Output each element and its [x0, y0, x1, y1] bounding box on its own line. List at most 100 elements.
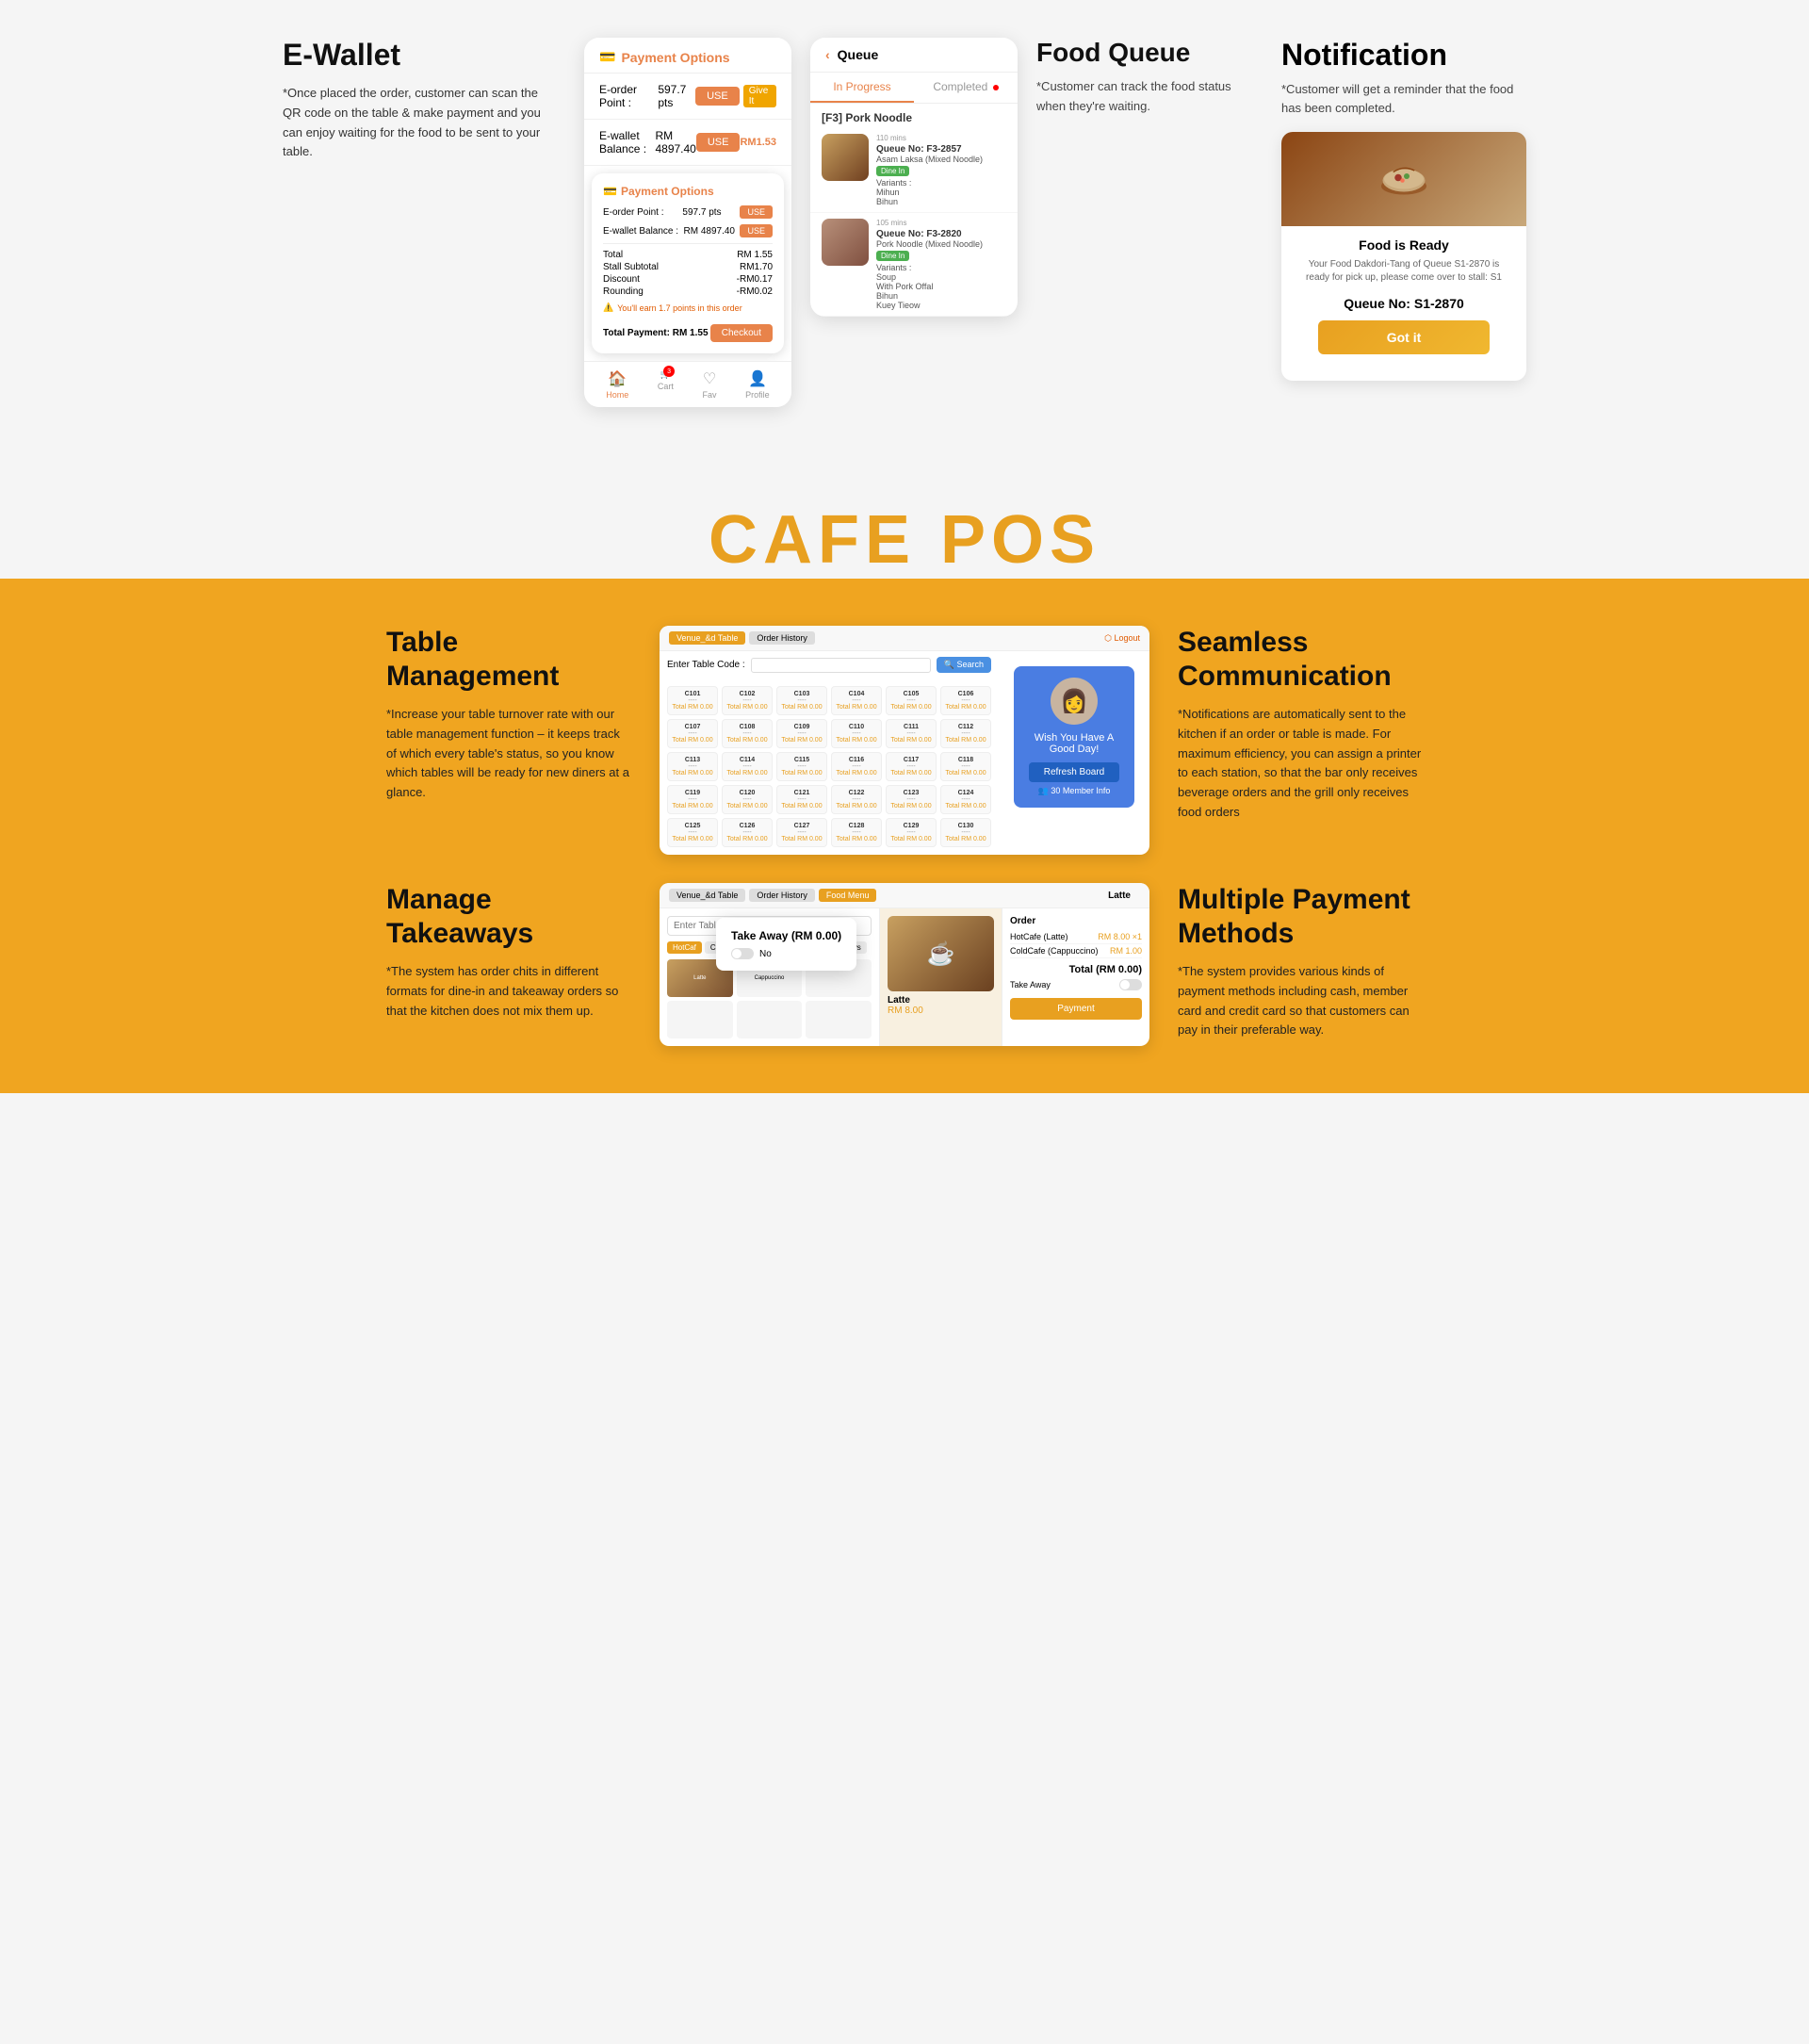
order-item-1: HotCafe (Latte) RM 8.00 ×1 — [1010, 930, 1142, 944]
item-name-1: Asam Laksa (Mixed Noodle) — [876, 155, 983, 164]
menu-items-grid: Latte Cappuccino — [667, 959, 872, 1038]
seamless-communication-description: *Notifications are automatically sent to… — [1178, 705, 1423, 823]
nav-profile[interactable]: 👤 Profile — [745, 369, 770, 400]
inner-use-btn[interactable]: USE — [740, 205, 773, 219]
table-cell[interactable]: C130----Total RM 0.00 — [940, 818, 991, 847]
menu-item-4[interactable] — [667, 1001, 733, 1038]
logout-label[interactable]: ⬡ Logout — [1104, 633, 1140, 644]
table-cell[interactable]: C127----Total RM 0.00 — [776, 818, 827, 847]
table-cell[interactable]: C104----Total RM 0.00 — [831, 686, 882, 715]
table-management-heading: TableManagement — [386, 626, 631, 694]
table-cell[interactable]: C108----Total RM 0.00 — [722, 719, 773, 748]
got-it-button[interactable]: Got it — [1318, 320, 1490, 354]
multiple-payment-description: *The system provides various kinds of pa… — [1178, 962, 1423, 1040]
inner-rounding-row: Rounding -RM0.02 — [603, 286, 773, 297]
queue-no-1: Queue No: F3-2857 — [876, 144, 983, 155]
table-cell[interactable]: C115----Total RM 0.00 — [776, 752, 827, 781]
table-cell[interactable]: C121----Total RM 0.00 — [776, 785, 827, 814]
rm-badge: RM1.53 — [740, 137, 776, 148]
table-management-description: *Increase your table turnover rate with … — [386, 705, 631, 803]
queue-phone-card: ‹ Queue In Progress Completed [F3] Pork … — [810, 38, 1018, 317]
tab-completed[interactable]: Completed — [914, 73, 1018, 103]
payment-title: 💳 Payment Options — [599, 49, 791, 65]
profile-icon: 👤 — [748, 369, 767, 388]
order-item-1-name: HotCafe (Latte) — [1010, 932, 1068, 941]
table-cell[interactable]: C119----Total RM 0.00 — [667, 785, 718, 814]
table-cell[interactable]: C110----Total RM 0.00 — [831, 719, 882, 748]
table-cell[interactable]: C129----Total RM 0.00 — [886, 818, 937, 847]
pos-tab-venue[interactable]: Venue_&d Table — [669, 631, 745, 645]
wallet-icon: 💳 — [599, 49, 615, 65]
latte-price: RM 8.00 — [888, 1006, 994, 1016]
greeting-text: Wish You Have A Good Day! — [1025, 732, 1123, 755]
table-cell[interactable]: C113----Total RM 0.00 — [667, 752, 718, 781]
avatar: 👩 — [1051, 678, 1098, 725]
status-badge-1: Dine In — [876, 166, 909, 176]
pos-tab-order-history[interactable]: Order History — [749, 631, 815, 645]
nav-home[interactable]: 🏠 Home — [606, 369, 628, 400]
nav-fav[interactable]: ♡ Fav — [703, 369, 717, 400]
table-cell[interactable]: C117----Total RM 0.00 — [886, 752, 937, 781]
table-grid-area: Enter Table Code : 🔍 Search C101----Tota… — [660, 651, 999, 855]
warning-note: ⚠️ You'll earn 1.7 points in this order — [603, 299, 773, 317]
modal-toggle[interactable] — [731, 948, 754, 959]
table-cell[interactable]: C109----Total RM 0.00 — [776, 719, 827, 748]
table-cell[interactable]: C102----Total RM 0.00 — [722, 686, 773, 715]
screenshot1-body: Enter Table Code : 🔍 Search C101----Tota… — [660, 651, 1149, 855]
tab-in-progress[interactable]: In Progress — [810, 73, 914, 103]
pos-screenshot2-area: Venue_&d Table Order History Food Menu L… — [660, 883, 1149, 1046]
manage-takeaways-col: ManageTakeaways *The system has order ch… — [386, 883, 631, 1021]
table-code-input[interactable] — [751, 658, 931, 673]
inner-ewallet-row: E-wallet Balance : RM 4897.40 USE — [603, 224, 773, 237]
ewallet-column: E-Wallet *Once placed the order, custome… — [283, 38, 546, 162]
menu-item-5[interactable] — [737, 1001, 803, 1038]
screenshot2-header: Venue_&d Table Order History Food Menu L… — [660, 883, 1149, 908]
table-cell[interactable]: C103----Total RM 0.00 — [776, 686, 827, 715]
table-cell[interactable]: C114----Total RM 0.00 — [722, 752, 773, 781]
pos-tab2-food-menu[interactable]: Food Menu — [819, 889, 877, 902]
table-cell[interactable]: C126----Total RM 0.00 — [722, 818, 773, 847]
table-cell[interactable]: C124----Total RM 0.00 — [940, 785, 991, 814]
ewallet-value: RM 4897.40 — [655, 129, 695, 155]
takeaway-modal: Take Away (RM 0.00) No — [716, 918, 856, 971]
search-button[interactable]: 🔍 Search — [937, 657, 991, 673]
food-ready-label: Food is Ready — [1296, 237, 1511, 253]
queue-item-1-info: 110 mins Queue No: F3-2857 Asam Laksa (M… — [876, 134, 983, 206]
inner-subtotal-row: Stall Subtotal RM1.70 — [603, 262, 773, 272]
table-cell[interactable]: C123----Total RM 0.00 — [886, 785, 937, 814]
eorder-use-button[interactable]: USE — [695, 87, 740, 106]
table-cell[interactable]: C112----Total RM 0.00 — [940, 719, 991, 748]
table-cell[interactable]: C118----Total RM 0.00 — [940, 752, 991, 781]
manage-takeaways-heading: ManageTakeaways — [386, 883, 631, 951]
table-cell[interactable]: C125----Total RM 0.00 — [667, 818, 718, 847]
pos-tab2-order-history[interactable]: Order History — [749, 889, 815, 902]
table-cell[interactable]: C128----Total RM 0.00 — [831, 818, 882, 847]
notification-column: Notification *Customer will get a remind… — [1281, 38, 1526, 381]
notification-card-body: Food is Ready Your Food Dakdori-Tang of … — [1281, 226, 1526, 366]
table-cell[interactable]: C111----Total RM 0.00 — [886, 719, 937, 748]
home-icon: 🏠 — [608, 369, 627, 388]
payment-button[interactable]: Payment — [1010, 998, 1142, 1020]
checkout-button[interactable]: Checkout — [710, 324, 773, 342]
table-cell[interactable]: C106----Total RM 0.00 — [940, 686, 991, 715]
inner-ewallet-use-btn[interactable]: USE — [740, 224, 773, 237]
pos-tab2-venue[interactable]: Venue_&d Table — [669, 889, 745, 902]
table-cell[interactable]: C116----Total RM 0.00 — [831, 752, 882, 781]
back-arrow-icon[interactable]: ‹ — [825, 47, 830, 62]
item-name-2: Pork Noodle (Mixed Noodle) — [876, 239, 983, 249]
food-menu-screenshot: Venue_&d Table Order History Food Menu L… — [660, 883, 1149, 1046]
menu-item-6[interactable] — [806, 1001, 872, 1038]
table-cell[interactable]: C101----Total RM 0.00 — [667, 686, 718, 715]
table-cell[interactable]: C107----Total RM 0.00 — [667, 719, 718, 748]
nav-cart[interactable]: 🛒 3 Cart — [658, 369, 674, 400]
variants-label-1: Variants : — [876, 178, 983, 188]
table-cell[interactable]: C105----Total RM 0.00 — [886, 686, 937, 715]
ewallet-use-button[interactable]: USE — [696, 133, 741, 152]
queue-time-1: 110 mins — [876, 134, 983, 142]
refresh-board-button[interactable]: Refresh Board — [1029, 762, 1119, 782]
table-cell[interactable]: C120----Total RM 0.00 — [722, 785, 773, 814]
takeaway-toggle-switch[interactable] — [1119, 979, 1142, 990]
multiple-payment-heading: Multiple PaymentMethods — [1178, 883, 1423, 951]
cat-hot[interactable]: HotCaf — [667, 941, 702, 954]
table-cell[interactable]: C122----Total RM 0.00 — [831, 785, 882, 814]
